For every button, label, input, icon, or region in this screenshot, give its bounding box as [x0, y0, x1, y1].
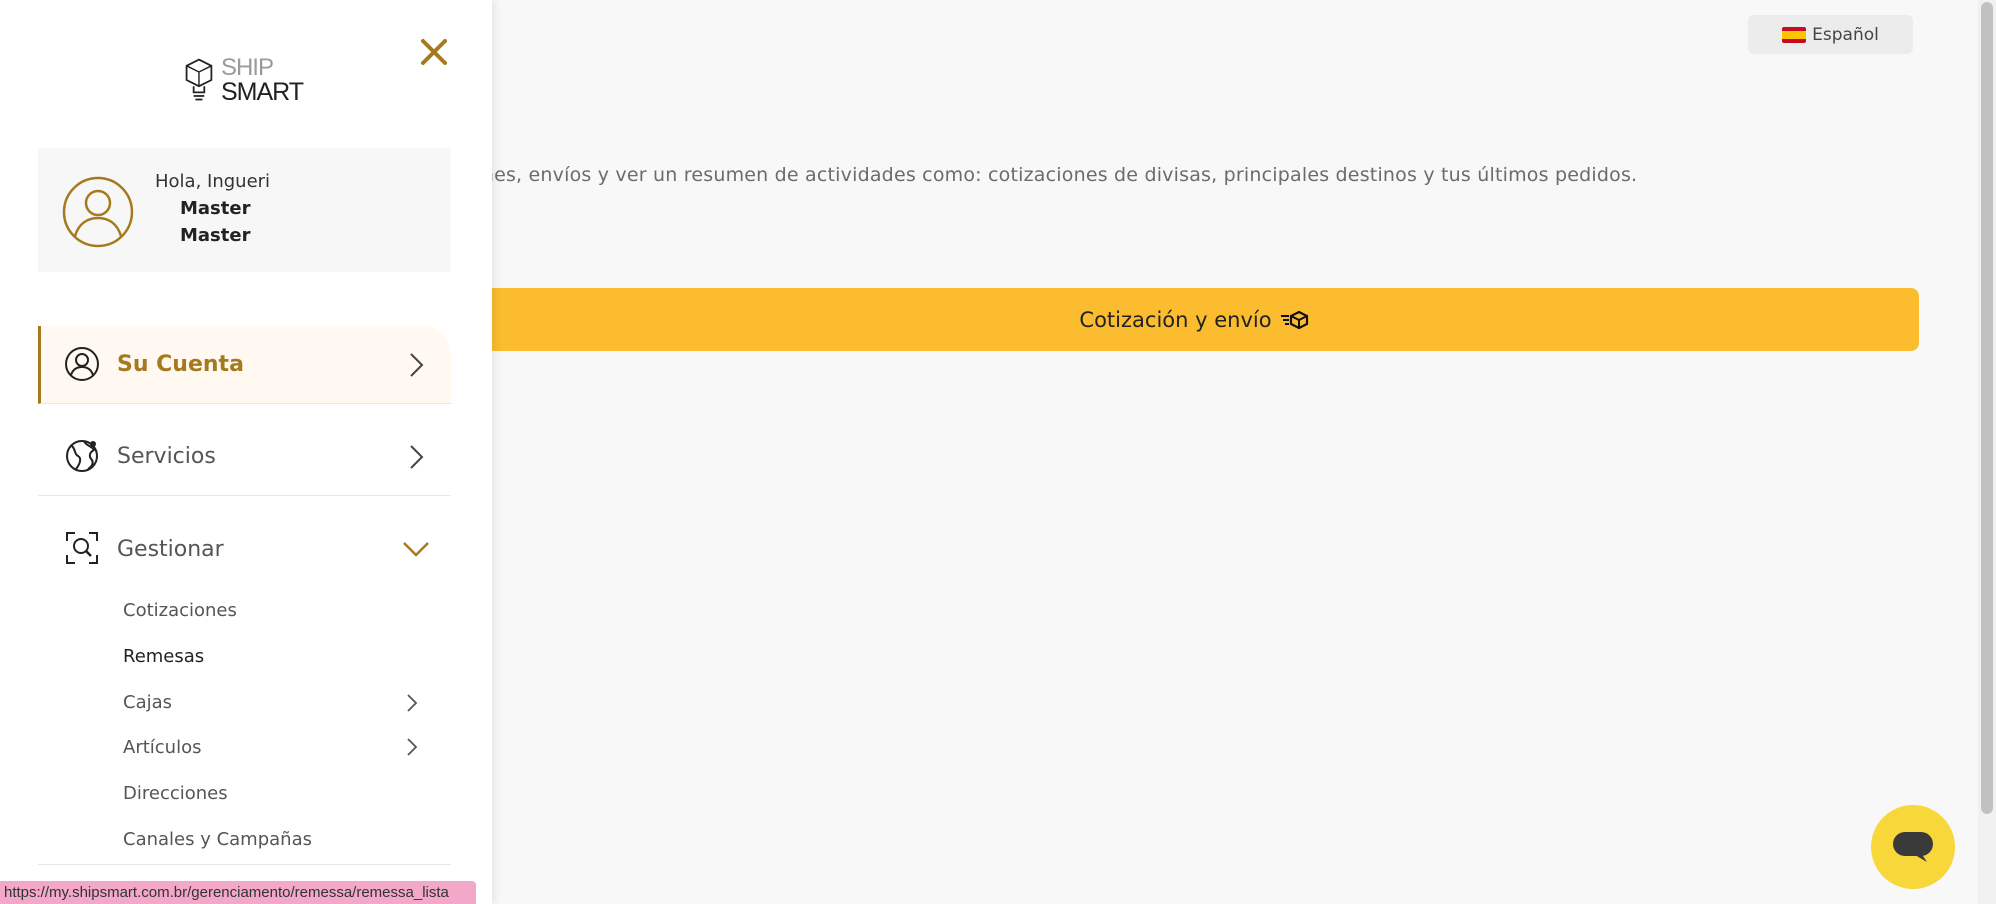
submenu-quotes[interactable]: Cotizaciones	[123, 600, 237, 621]
lightbulb-box-icon	[185, 58, 213, 101]
sidebar-divider	[38, 864, 451, 865]
globe-icon	[66, 440, 98, 472]
submenu-boxes[interactable]: Cajas	[123, 692, 172, 713]
nav-account-label: Su Cuenta	[117, 352, 244, 377]
user-greeting: Hola, Ingueri	[155, 171, 271, 192]
close-icon	[421, 39, 447, 65]
chat-bubble-icon	[1893, 832, 1933, 862]
user-card: Hola, Ingueri Master Master	[38, 148, 451, 272]
quote-button-label: Cotización y envío	[1079, 307, 1272, 332]
user-circle-icon	[62, 176, 134, 248]
submenu-addresses[interactable]: Direcciones	[123, 783, 228, 804]
nav-item-manage[interactable]: Gestionar	[38, 510, 451, 588]
shipsmart-logo[interactable]: SHIP SMART	[183, 52, 304, 108]
close-menu-button[interactable]	[418, 36, 450, 68]
search-scan-icon	[66, 532, 98, 564]
logo-line-1: SHIP	[220, 54, 274, 81]
nav-services-label: Servicios	[117, 444, 216, 469]
chevron-right-icon	[410, 445, 424, 469]
quote-and-ship-button[interactable]: Cotización y envío	[470, 288, 1919, 351]
language-selector[interactable]: Español	[1748, 15, 1913, 54]
user-circle-icon	[65, 347, 99, 381]
language-label: Español	[1812, 24, 1879, 45]
user-last-name: Master	[180, 225, 251, 246]
chevron-right-icon[interactable]	[404, 736, 420, 758]
intro-text: ones, envíos y ver un resumen de activid…	[470, 164, 1638, 186]
page-scrollbar[interactable]	[1978, 0, 1996, 904]
chevron-down-icon	[403, 542, 429, 557]
chevron-right-icon	[410, 353, 424, 377]
status-bar-url: https://my.shipsmart.com.br/gerenciament…	[0, 881, 476, 904]
submenu-channels[interactable]: Canales y Campañas	[123, 829, 312, 850]
sidebar-menu: SHIP SMART Hola, Ingueri Master Master S…	[0, 0, 492, 904]
nav-item-account[interactable]: Su Cuenta	[38, 326, 451, 404]
user-first-name: Master	[180, 198, 251, 219]
submenu-articles[interactable]: Artículos	[123, 737, 201, 758]
chevron-right-icon[interactable]	[404, 692, 420, 714]
chat-button[interactable]	[1871, 805, 1955, 889]
nav-item-services[interactable]: Servicios	[38, 418, 451, 496]
fast-box-icon	[1280, 310, 1308, 329]
nav-manage-label: Gestionar	[117, 536, 224, 562]
scrollbar-thumb[interactable]	[1981, 2, 1993, 814]
submenu-remittances[interactable]: Remesas	[123, 646, 204, 667]
spain-flag-icon	[1782, 26, 1807, 43]
logo-line-2: SMART	[220, 78, 304, 106]
